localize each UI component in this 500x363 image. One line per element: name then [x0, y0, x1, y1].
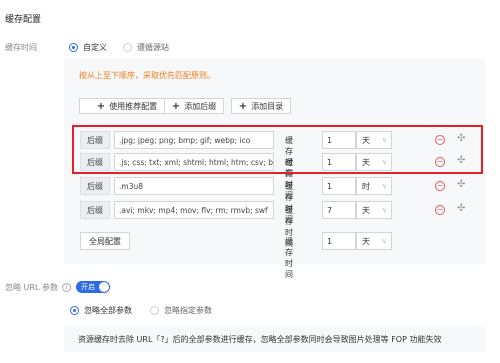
cache-time-row: 缓存时间 自定义 遵循源站	[5, 41, 169, 53]
rule-type-tag: 后缀	[80, 177, 110, 195]
remove-rule-icon[interactable]: −	[435, 181, 445, 191]
remove-rule-icon[interactable]: −	[435, 205, 445, 215]
time-unit-value: 天	[362, 205, 370, 215]
toggle-knob	[98, 282, 109, 292]
add-suffix-label: 添加后缀	[184, 101, 217, 111]
radio-ignore-all-label: 忽略全部参数	[84, 306, 132, 315]
suffix-input[interactable]: .m3u8	[114, 177, 274, 195]
rule-type-tag: 后缀	[80, 201, 110, 219]
priority-hint: 按从上至下顺序，采取优先匹配原则。	[79, 71, 215, 80]
time-unit-select[interactable]: 天 ∨	[356, 201, 392, 219]
time-unit-value: 时	[362, 181, 370, 191]
add-directory-label: 添加目录	[251, 101, 284, 111]
global-config-button[interactable]: 全局配置	[80, 232, 130, 250]
time-unit-select[interactable]: 天 ∨	[356, 232, 392, 250]
chevron-down-icon: ∨	[381, 182, 387, 190]
ignore-url-params-label: 忽略 URL 参数	[5, 282, 58, 292]
cache-time-input[interactable]: 1	[322, 177, 356, 195]
help-icon[interactable]: i	[61, 282, 71, 292]
time-unit-value: 天	[362, 236, 370, 246]
cache-time-label: 缓存时间	[5, 42, 37, 52]
cache-time-input[interactable]: 1	[322, 232, 356, 250]
ignore-params-notice: 资源缓存时去除 URL「?」后的全部参数进行缓存，忽略全部参数同时会导致图片处理…	[64, 326, 485, 352]
add-directory-button[interactable]: + 添加目录	[231, 98, 291, 114]
cache-time-field-label: 缓存时间	[285, 237, 293, 279]
suffix-input[interactable]: .avi; mkv; mp4; mov; flv; rm; rmvb; swf	[114, 201, 274, 219]
toggle-label: 开启	[80, 283, 95, 291]
plus-icon: +	[171, 100, 181, 112]
radio-ignore-specified[interactable]: 忽略指定参数	[150, 305, 212, 316]
radio-ignore-specified-dot[interactable]	[150, 306, 159, 315]
section-title: 缓存配置	[5, 15, 42, 25]
radio-follow-origin[interactable]: 遵循源站	[123, 42, 169, 53]
plus-icon: +	[96, 100, 106, 112]
radio-follow-origin-dot[interactable]	[123, 42, 132, 52]
time-unit-select[interactable]: 时 ∨	[356, 177, 392, 195]
ignore-params-toggle[interactable]: 开启	[75, 281, 110, 293]
drag-handle-icon[interactable]: ✣	[457, 179, 465, 190]
plus-icon: +	[238, 100, 248, 112]
radio-ignore-specified-label: 忽略指定参数	[164, 306, 212, 315]
use-recommended-button[interactable]: + 使用推荐配置	[79, 98, 175, 114]
cache-time-input[interactable]: 7	[322, 201, 356, 219]
radio-follow-origin-label: 遵循源站	[137, 42, 169, 52]
highlight-box	[72, 125, 483, 174]
ignore-params-options: 忽略全部参数 忽略指定参数	[70, 305, 212, 316]
radio-ignore-all-dot[interactable]	[70, 306, 79, 315]
use-recommended-label: 使用推荐配置	[109, 101, 158, 111]
add-suffix-button[interactable]: + 添加后缀	[164, 98, 224, 114]
radio-ignore-all[interactable]: 忽略全部参数	[70, 305, 132, 316]
drag-handle-icon[interactable]: ✣	[457, 203, 465, 214]
chevron-down-icon: ∨	[381, 206, 387, 214]
ignore-url-params-row: 忽略 URL 参数 i 开启	[5, 281, 110, 293]
radio-custom-dot[interactable]	[69, 42, 78, 52]
radio-custom[interactable]: 自定义	[69, 42, 107, 53]
chevron-down-icon: ∨	[381, 237, 387, 245]
radio-custom-label: 自定义	[83, 42, 107, 52]
